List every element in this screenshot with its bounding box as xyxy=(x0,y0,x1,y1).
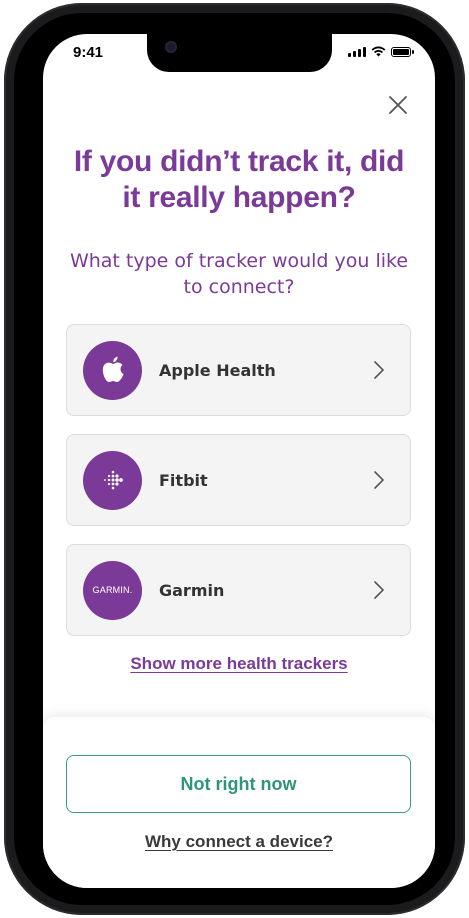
tracker-option-fitbit[interactable]: Fitbit xyxy=(66,434,411,526)
tracker-option-garmin[interactable]: GARMIN. Garmin xyxy=(66,544,411,636)
garmin-logo-text: GARMIN. xyxy=(92,585,133,595)
show-more-trackers-link[interactable]: Show more health trackers xyxy=(63,654,415,674)
garmin-logo: GARMIN. xyxy=(83,560,142,620)
chevron-right-icon xyxy=(364,465,394,495)
wifi-icon xyxy=(371,46,386,57)
chevron-right-icon xyxy=(364,355,394,385)
page-title: If you didn’t track it, did it really ha… xyxy=(73,145,405,214)
signal-icon xyxy=(348,46,366,57)
fitbit-icon xyxy=(83,450,142,510)
tracker-option-apple-health[interactable]: Apple Health xyxy=(66,324,411,416)
close-icon xyxy=(389,96,407,114)
tracker-name: Garmin xyxy=(159,580,225,600)
status-time: 9:41 xyxy=(73,44,104,61)
why-connect-link[interactable]: Why connect a device? xyxy=(43,832,435,852)
tracker-name: Fitbit xyxy=(159,470,208,490)
mute-switch xyxy=(6,155,10,195)
page-subtitle: What type of tracker would you like to c… xyxy=(69,250,409,298)
apple-icon xyxy=(83,340,142,400)
volume-down-button xyxy=(6,323,10,398)
notch xyxy=(147,34,332,72)
tracker-list: Apple Health Fitbit GARMIN. Garmin xyxy=(66,324,411,654)
battery-icon xyxy=(391,46,414,57)
chevron-right-icon xyxy=(364,575,394,605)
bottom-action-panel: Not right now Why connect a device? xyxy=(43,717,435,888)
not-right-now-button[interactable]: Not right now xyxy=(66,755,411,813)
tracker-name: Apple Health xyxy=(159,360,276,380)
status-icons xyxy=(348,46,414,57)
power-button xyxy=(459,238,463,348)
app-screen: 9:41 If you didn’t track it, did it real… xyxy=(43,34,435,888)
camera-icon xyxy=(165,41,177,53)
volume-up-button xyxy=(6,228,10,303)
close-button[interactable] xyxy=(385,92,411,118)
